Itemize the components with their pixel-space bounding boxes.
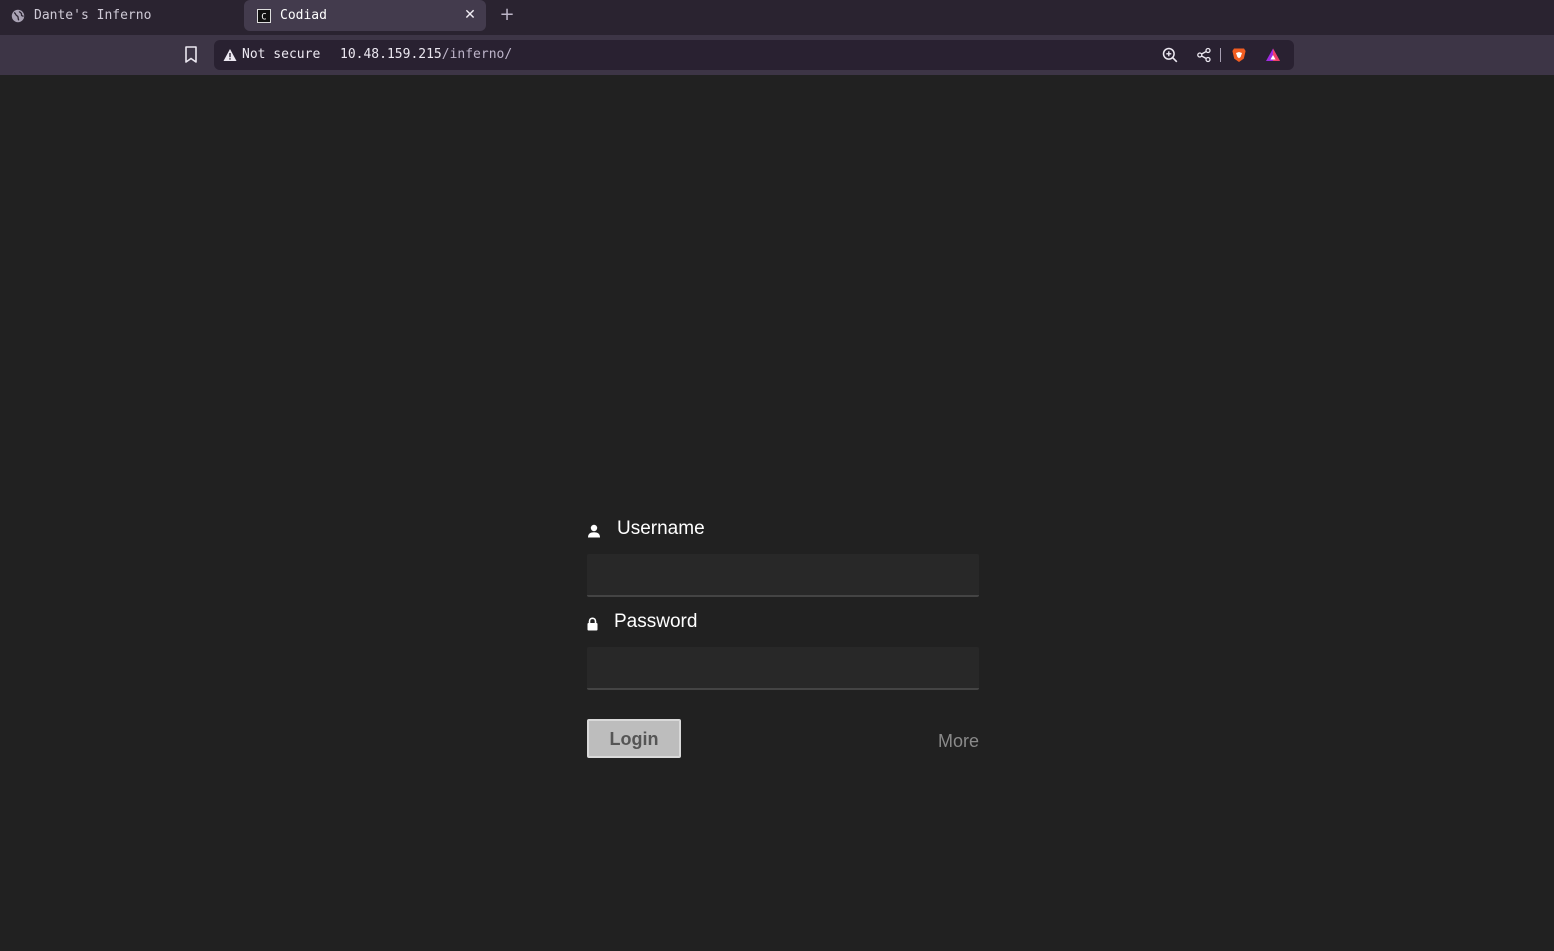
url-path: /inferno/ — [441, 47, 513, 62]
url-host: 10.48.159.215 — [340, 47, 442, 62]
username-label: Username — [587, 518, 705, 540]
login-form: Username Password Login More — [587, 514, 979, 764]
address-bar[interactable]: Not secure 10.48.159.215/inferno/ — [214, 40, 1294, 70]
username-label-text: Username — [617, 518, 705, 539]
lock-icon — [587, 615, 598, 631]
tab-bar: Dante's Inferno C Codiad ✕ + — [0, 0, 1554, 35]
password-input[interactable] — [587, 647, 979, 690]
user-icon — [587, 522, 601, 538]
zoom-icon[interactable] — [1162, 47, 1178, 63]
close-icon[interactable]: ✕ — [462, 7, 478, 23]
url-text[interactable]: 10.48.159.215/inferno/ — [340, 47, 512, 62]
bookmark-icon[interactable] — [182, 45, 200, 65]
codiad-icon: C — [256, 8, 272, 24]
security-status[interactable]: Not secure — [242, 47, 320, 62]
tab-title: Codiad — [280, 8, 327, 23]
password-label: Password — [587, 611, 697, 633]
warning-icon[interactable] — [223, 48, 237, 62]
svg-text:C: C — [261, 12, 266, 22]
login-button[interactable]: Login — [587, 719, 681, 758]
new-tab-button[interactable]: + — [498, 5, 516, 25]
more-link[interactable]: More — [938, 731, 979, 752]
brave-rewards-icon[interactable] — [1265, 47, 1281, 63]
password-label-text: Password — [614, 611, 698, 632]
tab-codiad[interactable]: C Codiad ✕ — [244, 0, 486, 31]
tab-dantes-inferno[interactable]: Dante's Inferno — [0, 0, 240, 31]
globe-icon — [10, 8, 26, 24]
toolbar: Not secure 10.48.159.215/inferno/ — [0, 35, 1554, 75]
divider — [1220, 48, 1221, 62]
tab-title: Dante's Inferno — [34, 8, 152, 23]
brave-shields-icon[interactable] — [1231, 47, 1247, 63]
plus-icon: + — [499, 4, 515, 25]
username-input[interactable] — [587, 554, 979, 597]
share-icon[interactable] — [1196, 47, 1212, 63]
